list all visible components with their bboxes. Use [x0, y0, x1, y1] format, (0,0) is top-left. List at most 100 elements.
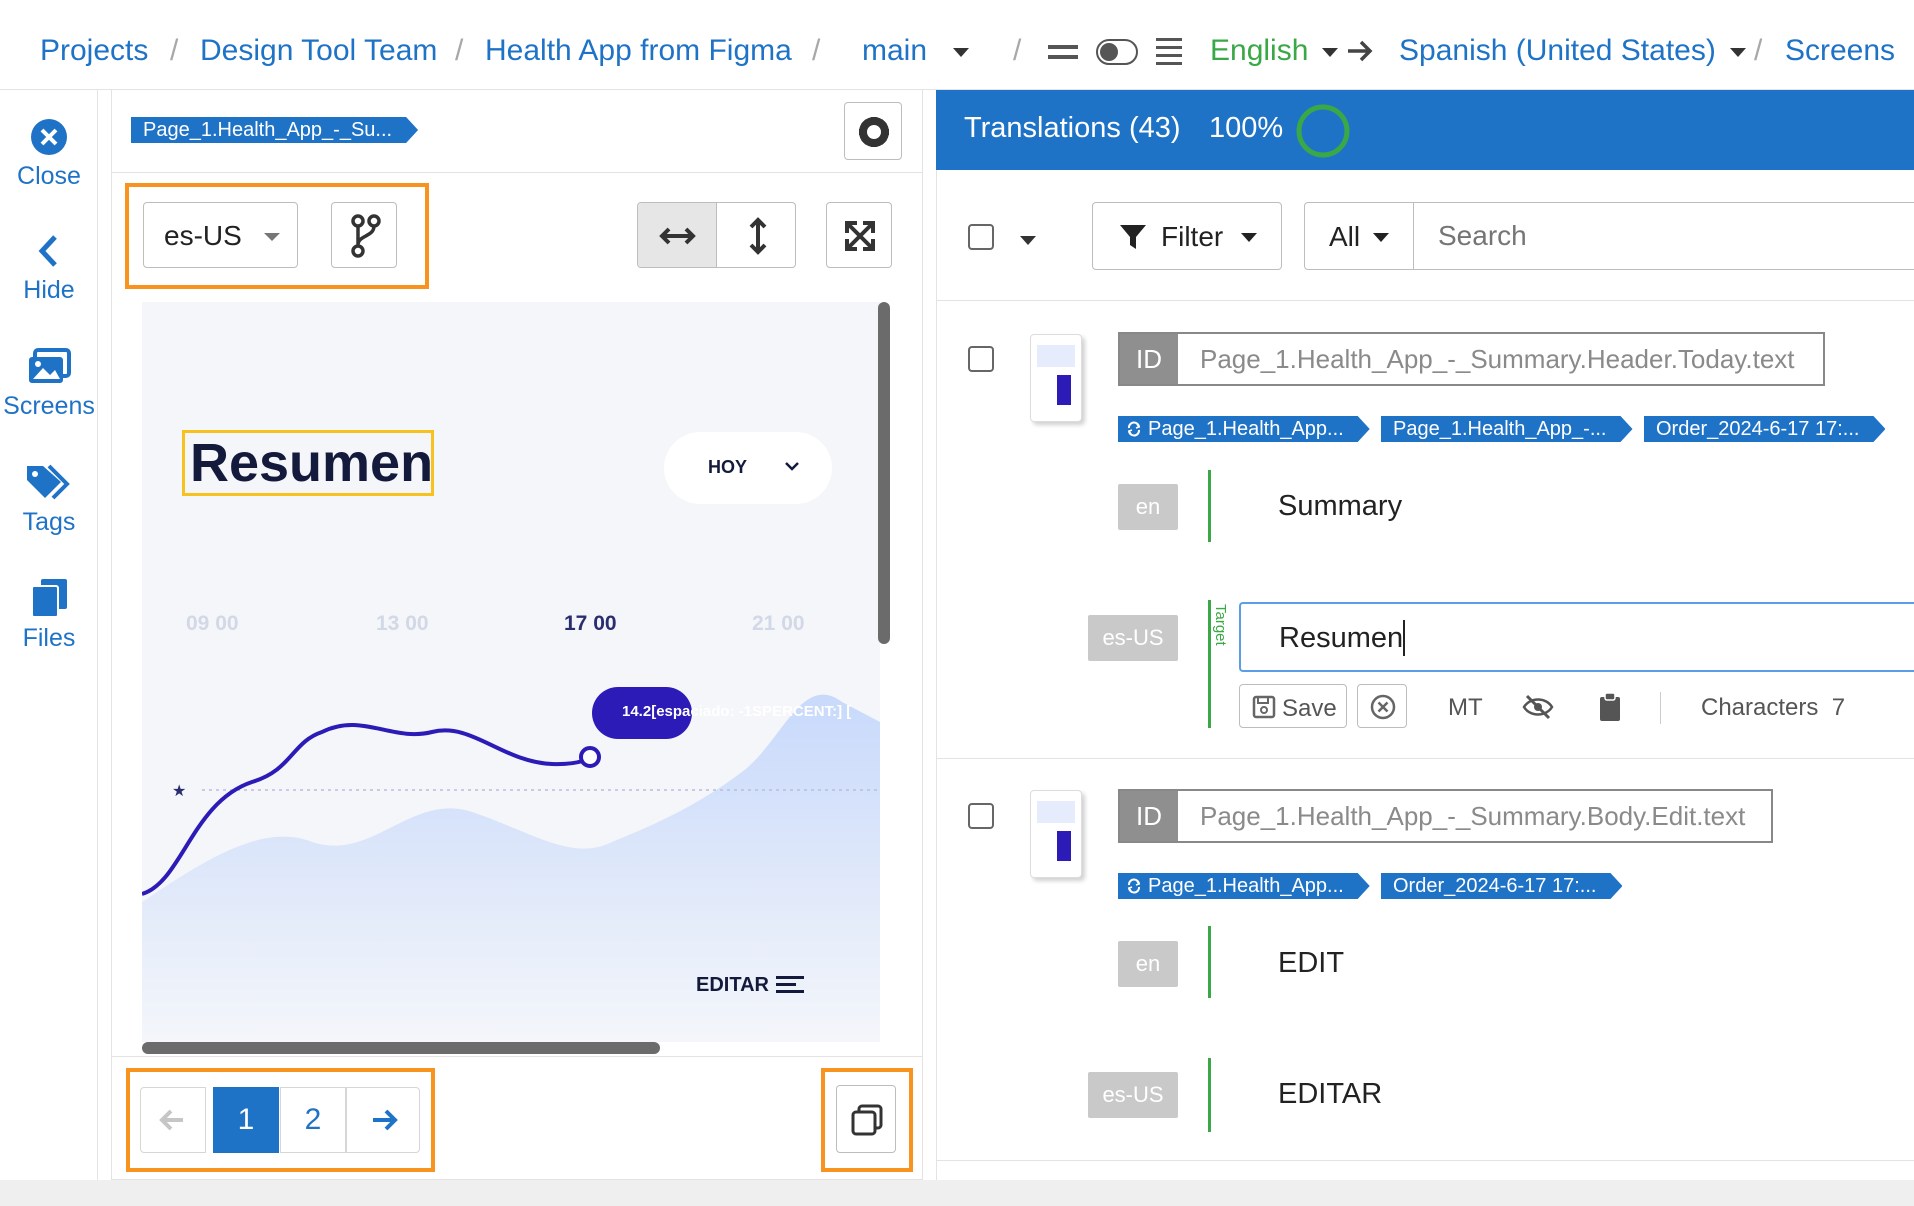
page-1-button[interactable]: 1 [213, 1087, 279, 1153]
canvas-edit-label[interactable]: EDITAR [696, 974, 769, 997]
fit-width-button[interactable] [638, 203, 717, 267]
nav-files-label: Files [22, 624, 76, 652]
screen-thumbnail[interactable] [1030, 334, 1082, 422]
arrows-horizontal-icon [659, 227, 696, 245]
next-page-button[interactable] [346, 1087, 420, 1153]
chevron-down-icon [1241, 233, 1257, 242]
string-id[interactable]: Page_1.Health_App_-_Summary.Body.Edit.te… [1200, 791, 1745, 841]
nav-close-label: Close [17, 162, 81, 190]
progress-ring-icon [1296, 104, 1350, 158]
mt-button[interactable]: MT [1448, 694, 1483, 722]
branch-label: main [862, 34, 928, 67]
translations-header: Translations (43) 100% [936, 90, 1914, 170]
cancel-button[interactable] [1357, 684, 1407, 728]
tag-label: Order_2024-6-17 17:... [1656, 418, 1860, 440]
entry-tag[interactable]: Order_2024-6-17 17:... [1644, 416, 1885, 442]
crumb-projects[interactable]: Projects [40, 31, 148, 71]
left-nav: Close Hide Screens Tags Files [0, 90, 98, 1180]
source-text: EDIT [1278, 947, 1345, 979]
string-id-field: ID Page_1.Health_App_-_Summary.Body.Edit… [1118, 789, 1773, 843]
select-all-checkbox[interactable] [968, 224, 994, 250]
status-bar [1208, 470, 1211, 542]
arrow-left-icon [159, 1109, 183, 1131]
id-label: ID [1120, 334, 1178, 384]
arrows-vertical-icon [749, 217, 767, 255]
chevron-down-icon[interactable] [1020, 236, 1036, 245]
thumbnail-graphic [1057, 831, 1071, 861]
target-lang-badge: es-US [1088, 615, 1178, 661]
divider [1660, 692, 1661, 724]
chevron-down-icon [1729, 47, 1746, 57]
filter-label: Filter [1161, 221, 1224, 252]
source-text: Summary [1278, 490, 1403, 522]
entry-tag[interactable]: Page_1.Health_App... [1118, 873, 1370, 899]
tag-label: Page_1.Health_App... [1148, 875, 1344, 897]
chevron-down-icon [953, 47, 970, 57]
nav-files[interactable]: Files [0, 578, 98, 653]
sync-icon [1127, 421, 1141, 437]
design-canvas: Resumen HOY 09 00 13 00 17 00 21 00 ★ 14… [142, 302, 880, 1042]
search-input[interactable] [1413, 202, 1914, 270]
data-point [579, 746, 601, 768]
entry-checkbox[interactable] [968, 346, 994, 372]
screen-tag[interactable]: Page_1.Health_App_-_Su... [131, 117, 418, 143]
divider [937, 1160, 1914, 1161]
eye-slash-icon[interactable] [1522, 694, 1554, 720]
crumb-screens[interactable]: Screens [1785, 31, 1895, 71]
screen-thumbnail[interactable] [1030, 790, 1082, 878]
crumb-separator: / [170, 34, 179, 67]
translations-percent: 100% [1209, 112, 1284, 144]
crumb-project[interactable]: Health App from Figma [485, 31, 792, 71]
id-label: ID [1120, 791, 1178, 841]
branch-select[interactable]: main [862, 31, 970, 71]
nav-screens[interactable]: Screens [0, 348, 98, 421]
source-lang-badge: en [1118, 484, 1178, 530]
nav-screens-label: Screens [3, 392, 95, 420]
source-language-select[interactable]: English [1210, 31, 1339, 71]
locale-select[interactable]: es-US [143, 202, 298, 268]
filter-button[interactable]: Filter [1092, 202, 1282, 270]
tag-label: Page_1.Health_App... [1148, 418, 1344, 440]
target-lang-badge: es-US [1088, 1072, 1178, 1118]
fullscreen-button[interactable] [826, 202, 892, 268]
scope-select[interactable]: All [1304, 202, 1414, 270]
string-id-field: ID Page_1.Health_App_-_Summary.Header.To… [1118, 332, 1825, 386]
nav-close[interactable]: Close [0, 118, 98, 191]
close-circle-icon [1370, 694, 1396, 720]
branch-button[interactable] [331, 202, 397, 268]
nav-tags[interactable]: Tags [0, 462, 98, 537]
save-button[interactable]: Save [1239, 684, 1347, 728]
toggle-icon[interactable] [1096, 39, 1138, 65]
crumb-team[interactable]: Design Tool Team [200, 31, 437, 71]
chevron-left-icon [38, 235, 57, 267]
equals-icon[interactable] [1048, 43, 1078, 61]
target-language-select[interactable]: Spanish (United States) [1399, 31, 1746, 71]
target-input[interactable]: Resumen [1239, 602, 1914, 672]
page-2-button[interactable]: 2 [280, 1087, 346, 1153]
entry-checkbox[interactable] [968, 803, 994, 829]
tags-icon [27, 464, 70, 500]
prev-page-button[interactable] [140, 1087, 206, 1153]
text-cursor [1403, 620, 1405, 656]
entry-tag[interactable]: Page_1.Health_App_-... [1381, 416, 1633, 442]
target-text[interactable]: EDITAR [1278, 1078, 1382, 1111]
chevron-down-icon [264, 233, 280, 241]
clipboard-icon[interactable] [1598, 692, 1622, 722]
expand-icon [845, 221, 875, 251]
list-icon[interactable] [1156, 37, 1182, 65]
vertical-scrollbar[interactable] [878, 302, 890, 644]
bottom-strip [0, 1180, 1914, 1206]
arrow-right-icon [1348, 40, 1373, 62]
code-branch-icon [351, 214, 381, 258]
fit-height-button[interactable] [718, 203, 795, 267]
translations-count: Translations (43) [964, 112, 1181, 144]
string-id[interactable]: Page_1.Health_App_-_Summary.Header.Today… [1200, 334, 1795, 384]
settings-button[interactable] [844, 102, 902, 160]
horizontal-scrollbar[interactable] [142, 1042, 660, 1054]
nav-hide[interactable]: Hide [0, 232, 98, 305]
entry-tag[interactable]: Page_1.Health_App... [1118, 416, 1370, 442]
entry-tag[interactable]: Order_2024-6-17 17:... [1381, 873, 1622, 899]
locale-select-value: es-US [164, 220, 242, 251]
files-icon [31, 579, 67, 618]
copy-button[interactable] [836, 1085, 896, 1153]
